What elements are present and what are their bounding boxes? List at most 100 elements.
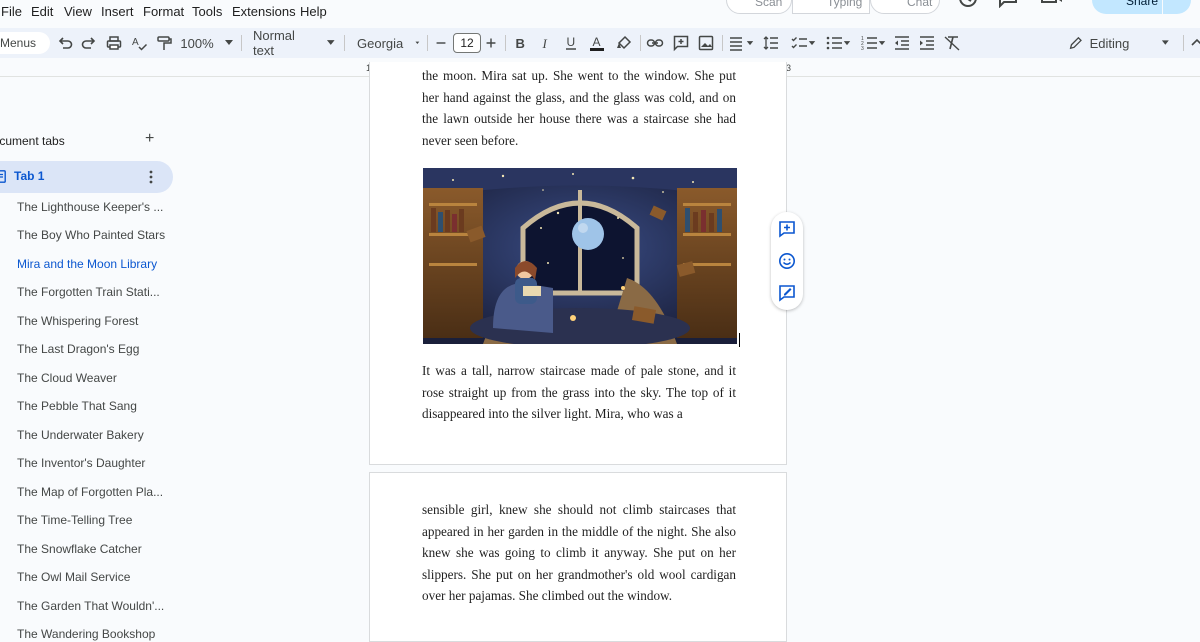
sidebar-item[interactable]: The Underwater Bakery	[17, 428, 144, 442]
sidebar-item[interactable]: The Pebble That Sang	[17, 399, 137, 413]
increase-font-size-button[interactable]	[483, 28, 499, 58]
sidebar-item[interactable]: The Inventor's Daughter	[17, 456, 145, 470]
redo-button[interactable]	[79, 28, 99, 58]
decrease-font-size-button[interactable]	[433, 28, 449, 58]
divider	[640, 35, 641, 51]
text-color-button[interactable]: A	[587, 28, 607, 58]
story-illustration[interactable]	[423, 168, 737, 344]
style-select[interactable]: Normal text	[250, 28, 336, 58]
add-comment-button[interactable]	[671, 28, 691, 58]
sidebar-item[interactable]: The Last Dragon's Egg	[17, 342, 139, 356]
checklist-icon	[791, 37, 807, 49]
italic-icon: I	[542, 36, 548, 51]
emoji-reaction-icon[interactable]	[778, 252, 796, 270]
editing-mode-select[interactable]: Editing	[1064, 28, 1170, 58]
sidebar-item[interactable]: The Whispering Forest	[17, 314, 138, 328]
divider	[427, 35, 428, 51]
svg-text:3: 3	[861, 46, 864, 52]
decrease-indent-icon	[895, 36, 909, 50]
svg-text:A: A	[132, 37, 139, 48]
svg-text:B: B	[516, 36, 525, 51]
svg-text:A: A	[593, 35, 601, 49]
zoom-value: 100%	[180, 35, 214, 51]
paragraph[interactable]: the moon. Mira sat up. She went to the w…	[422, 65, 736, 151]
bold-button[interactable]: B	[511, 28, 529, 58]
chat-button[interactable]: Chat	[870, 0, 940, 14]
sidebar-item[interactable]: The Boy Who Painted Stars	[17, 228, 165, 242]
sidebar-item[interactable]: The Time-Telling Tree	[17, 513, 132, 527]
align-button[interactable]	[727, 28, 755, 58]
print-button[interactable]	[104, 28, 124, 58]
insert-image-button[interactable]	[696, 28, 716, 58]
more-options-icon[interactable]	[149, 170, 153, 184]
menu-extensions[interactable]: Extensions	[232, 4, 296, 19]
chevron-down-icon	[327, 40, 336, 45]
menu-edit[interactable]: Edit	[31, 4, 53, 19]
share-dropdown[interactable]	[1163, 0, 1191, 14]
scan-label: Scan	[755, 0, 783, 9]
clear-formatting-button[interactable]	[942, 28, 962, 58]
paint-format-button[interactable]	[154, 28, 174, 58]
menus-search[interactable]: Menus	[0, 32, 50, 54]
line-spacing-button[interactable]	[761, 28, 781, 58]
document-page[interactable]: sensible girl, knew she should not climb…	[369, 472, 787, 642]
typing-button[interactable]: Typing	[792, 0, 870, 14]
decrease-indent-button[interactable]	[892, 28, 912, 58]
image-icon	[698, 35, 714, 51]
style-value: Normal text	[253, 28, 295, 58]
undo-button[interactable]	[55, 28, 75, 58]
share-button[interactable]: Share	[1092, 0, 1162, 14]
chevron-down-icon	[224, 40, 233, 45]
sidebar-item[interactable]: The Garden That Wouldn'...	[17, 599, 164, 613]
menu-view[interactable]: View	[64, 4, 92, 19]
menu-file[interactable]: File	[1, 4, 22, 19]
suggest-edits-icon[interactable]	[778, 284, 796, 302]
sidebar-item[interactable]: The Lighthouse Keeper's ...	[17, 200, 163, 214]
chat-label: Chat	[907, 0, 933, 9]
italic-button[interactable]: I	[537, 28, 555, 58]
sidebar-tab-1[interactable]: Tab 1	[0, 161, 173, 193]
comments-icon[interactable]	[998, 0, 1018, 8]
highlight-color-button[interactable]	[614, 28, 634, 58]
add-comment-icon	[673, 35, 689, 52]
menu-tools[interactable]: Tools	[192, 4, 222, 19]
sidebar-item[interactable]: The Cloud Weaver	[17, 371, 117, 385]
text-color-icon: A	[590, 35, 604, 51]
chevron-down-icon	[415, 41, 420, 44]
sidebar-item[interactable]: The Forgotten Train Stati...	[17, 285, 160, 299]
undo-icon	[58, 37, 73, 49]
menu-insert[interactable]: Insert	[101, 4, 134, 19]
sidebar-item[interactable]: The Owl Mail Service	[17, 570, 130, 584]
spellcheck-button[interactable]: A	[129, 28, 149, 58]
checklist-button[interactable]	[787, 28, 819, 58]
scan-button[interactable]: Scan	[726, 0, 792, 14]
add-comment-icon[interactable]	[778, 220, 796, 238]
menu-format[interactable]: Format	[143, 4, 184, 19]
add-tab-button[interactable]: +	[145, 130, 154, 148]
divider	[505, 35, 506, 51]
zoom-select[interactable]: 100%	[180, 28, 234, 58]
history-icon[interactable]	[958, 0, 978, 8]
sidebar-item[interactable]: The Wandering Bookshop	[17, 627, 155, 641]
sidebar-tab-1-label: Tab 1	[14, 169, 45, 183]
increase-indent-icon	[920, 36, 934, 50]
sidebar-title: Document tabs	[0, 134, 65, 148]
font-size-input[interactable]: 12	[453, 33, 481, 53]
document-icon	[0, 170, 6, 183]
underline-button[interactable]: U	[562, 28, 580, 58]
insert-link-button[interactable]	[645, 28, 665, 58]
paragraph[interactable]: sensible girl, knew she should not climb…	[422, 499, 736, 607]
chevron-up-icon[interactable]	[1190, 36, 1200, 50]
sidebar-item[interactable]: Mira and the Moon Library	[17, 257, 157, 271]
paragraph[interactable]: It was a tall, narrow staircase made of …	[422, 360, 736, 425]
editing-mode-label: Editing	[1089, 35, 1130, 51]
bulleted-list-button[interactable]	[822, 28, 854, 58]
increase-indent-button[interactable]	[917, 28, 937, 58]
sidebar-item[interactable]: The Snowflake Catcher	[17, 542, 142, 556]
bulleted-list-icon	[826, 36, 842, 50]
numbered-list-button[interactable]: 123	[857, 28, 889, 58]
sidebar-item[interactable]: The Map of Forgotten Pla...	[17, 485, 163, 499]
font-select[interactable]: Georgia	[354, 28, 420, 58]
menu-help[interactable]: Help	[300, 4, 327, 19]
meet-icon[interactable]	[1040, 0, 1074, 8]
